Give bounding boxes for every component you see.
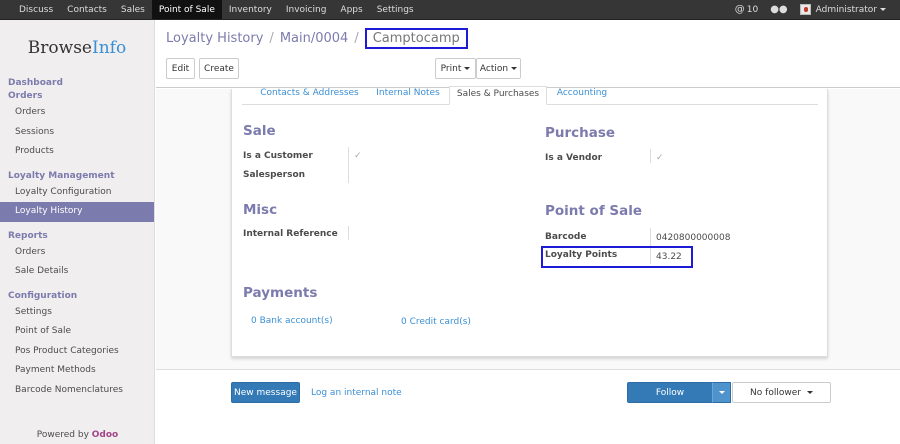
- loyalty-points-label: Loyalty Points: [545, 250, 618, 260]
- print-label: Print: [440, 63, 462, 74]
- sidebar-item-sessions[interactable]: Sessions: [0, 123, 154, 143]
- menu-item-invoicing[interactable]: Invoicing: [279, 0, 334, 19]
- follow-button[interactable]: Follow: [627, 382, 713, 403]
- sidebar-heading-loyalty-management[interactable]: Loyalty Management: [0, 170, 154, 183]
- powered-by-text: Powered by: [36, 430, 89, 440]
- powered-by-link[interactable]: Odoo: [92, 430, 118, 440]
- sidebar-heading-reports[interactable]: Reports: [0, 230, 154, 243]
- tab-sales-purchases[interactable]: Sales & Purchases: [449, 86, 547, 105]
- sidebar: Browse Info Dashboard Orders Orders Sessions…: [0, 20, 155, 444]
- breadcrumb-current: Camptocamp: [364, 28, 468, 49]
- menu-item-contacts[interactable]: Contacts: [60, 0, 114, 19]
- barcode-value: 0420800000008: [656, 233, 731, 243]
- sidebar-item-barcode-nomenclatures[interactable]: Barcode Nomenclatures: [0, 381, 154, 401]
- field-divider: [348, 226, 349, 240]
- section-misc-title: Misc: [243, 202, 278, 218]
- internal-reference-label: Internal Reference: [243, 229, 338, 239]
- chevron-down-icon: [511, 67, 518, 70]
- edit-button[interactable]: Edit: [166, 58, 195, 79]
- menu-item-inventory[interactable]: Inventory: [222, 0, 279, 19]
- menu-item-discuss[interactable]: Discuss: [12, 0, 60, 19]
- form-view: Contacts & Addresses Internal Notes Sale…: [156, 86, 900, 369]
- powered-by: Powered by Odoo: [0, 430, 155, 440]
- menu-item-settings[interactable]: Settings: [370, 0, 421, 19]
- tab-contacts-addresses[interactable]: Contacts & Addresses: [252, 86, 367, 105]
- sidebar-item-loyalty-history[interactable]: Loyalty History: [0, 202, 154, 222]
- is-vendor-label: Is a Vendor: [545, 153, 603, 163]
- follow-options-button[interactable]: [712, 382, 731, 403]
- section-sale-title: Sale: [243, 123, 276, 139]
- breadcrumb-separator: /: [269, 31, 274, 46]
- logo-text-info: Info: [92, 37, 127, 58]
- sidebar-item-pos-product-categories[interactable]: Pos Product Categories: [0, 342, 154, 362]
- chatter: New message Log an internal note Follow …: [156, 369, 900, 444]
- sidebar-item-settings[interactable]: Settings: [0, 303, 154, 323]
- sidebar-item-point-of-sale[interactable]: Point of Sale: [0, 322, 154, 342]
- sidebar-item-payment-methods[interactable]: Payment Methods: [0, 361, 154, 381]
- sidebar-item-sale-details[interactable]: Sale Details: [0, 262, 154, 282]
- action-label: Action: [479, 63, 509, 74]
- sidebar-heading-dashboard[interactable]: Dashboard: [0, 77, 154, 90]
- loyalty-points-value: 43.22: [656, 252, 682, 262]
- log-note-button[interactable]: Log an internal note: [311, 388, 402, 398]
- menu-item-apps[interactable]: Apps: [333, 0, 369, 19]
- chevron-down-icon: [880, 8, 886, 11]
- tab-accounting[interactable]: Accounting: [547, 86, 617, 105]
- notification-icon: @: [734, 4, 745, 15]
- salesperson-label: Salesperson: [243, 170, 306, 180]
- section-payments-title: Payments: [243, 285, 318, 301]
- avatar: [799, 4, 811, 15]
- create-button[interactable]: Create: [199, 58, 239, 79]
- barcode-label: Barcode: [545, 232, 587, 242]
- sidebar-item-orders[interactable]: Orders: [0, 103, 154, 123]
- new-message-button[interactable]: New message: [231, 382, 300, 403]
- form-sheet: Contacts & Addresses Internal Notes Sale…: [231, 86, 828, 357]
- sidebar-item-loyalty-configuration[interactable]: Loyalty Configuration: [0, 183, 154, 203]
- section-pos-title: Point of Sale: [545, 203, 643, 219]
- chevron-down-icon: [718, 391, 725, 394]
- breadcrumb-main[interactable]: Main/0004: [280, 31, 349, 46]
- sidebar-item-orders[interactable]: Orders: [0, 243, 154, 263]
- sidebar-menu: Dashboard Orders Orders Sessions Products Loy…: [0, 77, 154, 400]
- user-menu[interactable]: Administrator: [794, 0, 892, 19]
- is-vendor-checkbox[interactable]: ✓: [656, 154, 665, 163]
- section-purchase-title: Purchase: [545, 125, 616, 141]
- field-divider: [650, 149, 651, 163]
- sidebar-heading-orders[interactable]: Orders: [0, 90, 154, 103]
- credit-cards-button[interactable]: 0 Credit card(s): [401, 317, 471, 327]
- is-customer-label: Is a Customer: [243, 151, 313, 161]
- print-button[interactable]: Print: [435, 58, 476, 79]
- notifications-button[interactable]: @ 10: [729, 0, 764, 19]
- action-button[interactable]: Action: [476, 58, 521, 79]
- topbar-right: @ 10 ●● Administrator: [729, 0, 900, 19]
- logo-text-browse: Browse: [27, 37, 92, 58]
- chevron-down-icon: [806, 391, 813, 394]
- breadcrumb: Loyalty History / Main/0004 / Camptocamp: [166, 28, 468, 49]
- notification-count: 10: [746, 4, 759, 15]
- notebook-tabs: Contacts & Addresses Internal Notes Sale…: [242, 86, 818, 105]
- top-navbar: Discuss Contacts Sales Point of Sale Invento…: [0, 0, 900, 20]
- control-panel: Loyalty History / Main/0004 / Camptocamp…: [156, 20, 900, 88]
- app-menu: Discuss Contacts Sales Point of Sale Invento…: [0, 0, 421, 19]
- sidebar-heading-configuration[interactable]: Configuration: [0, 290, 154, 303]
- tab-internal-notes[interactable]: Internal Notes: [367, 86, 449, 105]
- chat-bubble-icon: ●●: [770, 4, 788, 15]
- breadcrumb-separator: /: [354, 31, 359, 46]
- is-customer-checkbox[interactable]: ✓: [354, 152, 363, 161]
- user-name: Administrator: [815, 4, 877, 15]
- chat-button[interactable]: ●●: [764, 0, 793, 19]
- chevron-down-icon: [464, 67, 471, 70]
- followers-label: No follower: [750, 387, 801, 398]
- followers-button[interactable]: No follower: [732, 382, 831, 403]
- menu-item-sales[interactable]: Sales: [114, 0, 152, 19]
- field-divider: [348, 147, 349, 183]
- sidebar-item-products[interactable]: Products: [0, 142, 154, 162]
- breadcrumb-loyalty-history[interactable]: Loyalty History: [166, 31, 263, 46]
- menu-item-point-of-sale[interactable]: Point of Sale: [151, 0, 222, 19]
- company-logo: Browse Info: [0, 20, 154, 75]
- bank-accounts-button[interactable]: 0 Bank account(s): [251, 316, 333, 326]
